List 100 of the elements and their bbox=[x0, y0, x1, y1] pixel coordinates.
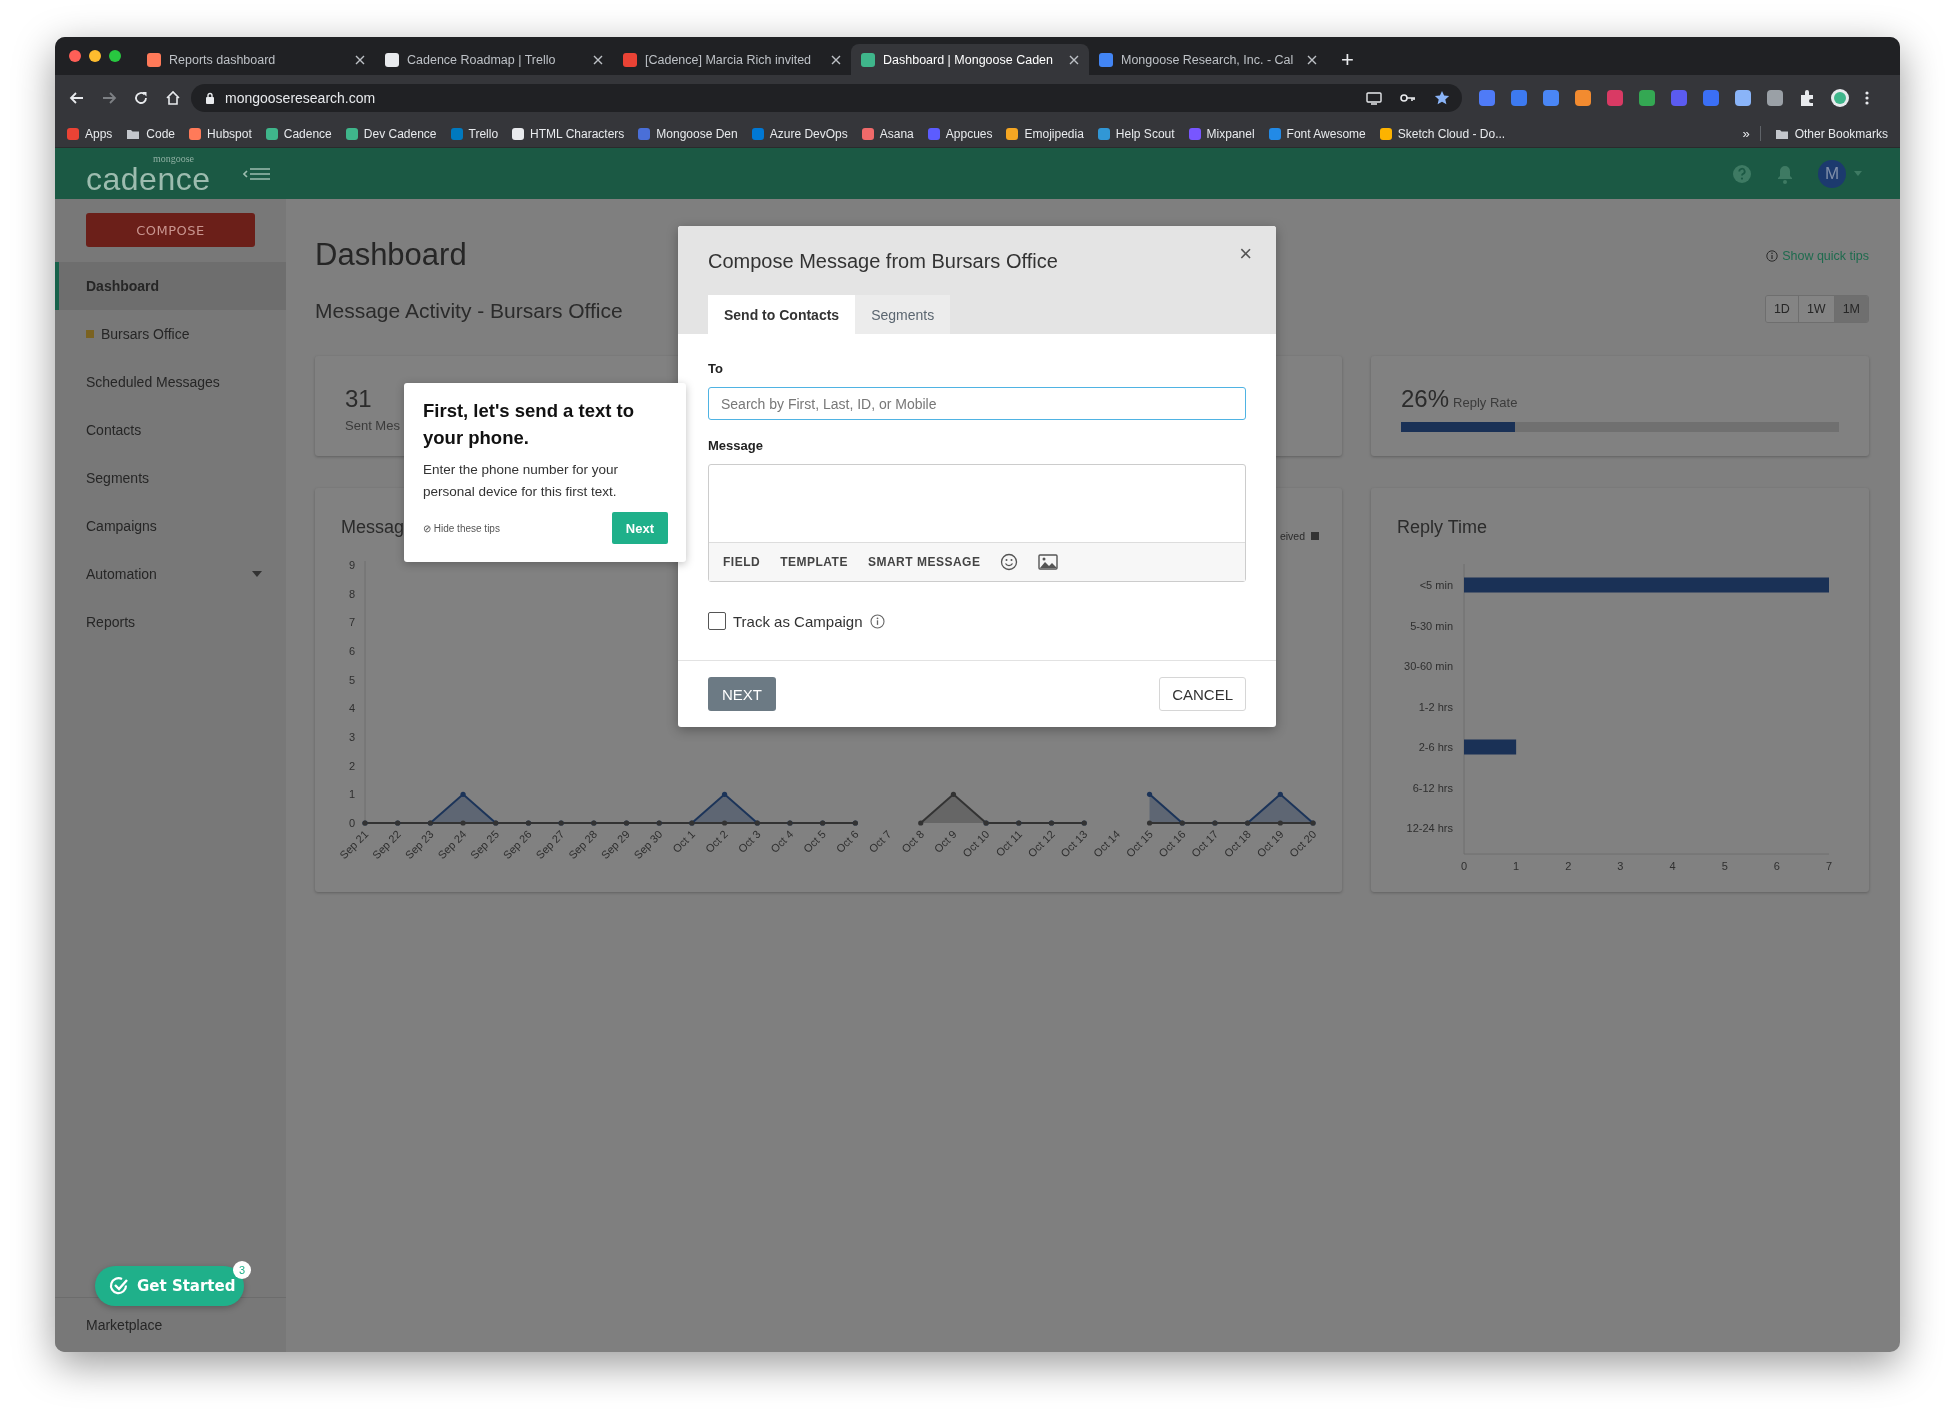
axis-tick-label: 5-30 min bbox=[1410, 619, 1453, 632]
bookmark[interactable]: Apps bbox=[67, 126, 113, 141]
close-button[interactable]: × bbox=[1239, 241, 1252, 267]
menu-icon[interactable] bbox=[1864, 89, 1870, 106]
extension-icon[interactable] bbox=[1542, 88, 1560, 107]
axis-tick-label: Sep 26 bbox=[500, 827, 534, 862]
bookmark[interactable]: Mixpanel bbox=[1188, 126, 1255, 141]
extension-icon[interactable] bbox=[1638, 88, 1656, 107]
bookmark[interactable]: Font Awesome bbox=[1268, 126, 1366, 141]
toolbar-button[interactable]: SMART MESSAGE bbox=[867, 555, 981, 569]
message-field[interactable]: FIELD TEMPLATE SMART MESSAGE bbox=[708, 464, 1246, 582]
nav-item[interactable]: Bursars Office bbox=[55, 310, 286, 358]
bookmark[interactable]: Hubspot bbox=[189, 126, 252, 141]
checkbox[interactable] bbox=[708, 612, 726, 630]
toolbar-button[interactable]: FIELD bbox=[723, 555, 761, 569]
close-icon[interactable] bbox=[1069, 54, 1079, 65]
bookmark[interactable]: Mongoose Den bbox=[638, 126, 738, 141]
site-icon bbox=[751, 127, 764, 140]
compose-button[interactable]: COMPOSE bbox=[86, 213, 255, 247]
bookmark[interactable]: Cadence bbox=[265, 126, 332, 141]
image-icon[interactable] bbox=[1038, 554, 1059, 570]
nav-item[interactable]: Scheduled Messages bbox=[55, 358, 286, 406]
close-icon[interactable] bbox=[355, 54, 365, 65]
tab[interactable]: Segments bbox=[855, 295, 951, 334]
next-button[interactable]: NEXT bbox=[708, 677, 776, 711]
axis-tick-label: Oct 12 bbox=[1025, 827, 1057, 860]
extension-icon[interactable] bbox=[1510, 88, 1528, 107]
site-icon bbox=[345, 127, 358, 140]
close-icon[interactable] bbox=[593, 54, 603, 65]
axis-tick-label: 0 bbox=[348, 817, 355, 829]
extension-icon[interactable] bbox=[1670, 88, 1688, 107]
cancel-button[interactable]: CANCEL bbox=[1159, 677, 1246, 711]
bookmark[interactable]: Code bbox=[126, 126, 176, 141]
browser-tab[interactable]: Reports dashboard bbox=[137, 44, 375, 75]
profile-icon[interactable] bbox=[1830, 87, 1850, 108]
window-control-icon[interactable] bbox=[69, 50, 81, 62]
extension-icon[interactable] bbox=[1766, 88, 1784, 107]
key-icon[interactable] bbox=[1400, 92, 1416, 103]
bookmark[interactable]: Help Scout bbox=[1097, 126, 1175, 141]
extension-icon[interactable] bbox=[1574, 88, 1592, 107]
nav-item[interactable]: Marketplace bbox=[86, 1317, 163, 1333]
axis-tick-label: 1-2 hrs bbox=[1418, 700, 1453, 713]
bookmark[interactable]: Trello bbox=[450, 126, 499, 141]
puzzle-icon[interactable] bbox=[1798, 88, 1816, 107]
axis-tick-label: 5 bbox=[348, 673, 355, 686]
window-control-icon[interactable] bbox=[89, 50, 101, 62]
address-field[interactable]: mongooseresearch.com bbox=[191, 83, 1462, 112]
bookmark[interactable]: Other Bookmarks bbox=[1774, 126, 1888, 141]
axis-tick-label: 3 bbox=[348, 731, 355, 743]
axis-tick-label: 0 bbox=[1460, 860, 1468, 872]
toolbar-button[interactable]: TEMPLATE bbox=[780, 555, 848, 569]
star-icon[interactable] bbox=[1434, 89, 1450, 106]
axis-tick-label: Sep 22 bbox=[369, 827, 404, 862]
bookmark[interactable]: HTML Characters bbox=[512, 126, 625, 141]
extension-icon[interactable] bbox=[1478, 88, 1496, 107]
bookmark[interactable]: Asana bbox=[861, 126, 914, 141]
nav-item[interactable]: Reports bbox=[55, 598, 286, 646]
site-icon bbox=[189, 127, 202, 140]
close-icon[interactable] bbox=[831, 54, 841, 65]
info-icon bbox=[1766, 250, 1779, 262]
search-field[interactable]: Search by First, Last, ID, or Mobile bbox=[708, 387, 1246, 420]
axis-tick-label: Oct 10 bbox=[960, 827, 992, 860]
bookmark[interactable]: Emojipedia bbox=[1006, 126, 1084, 141]
cast-icon[interactable] bbox=[1366, 90, 1382, 105]
close-icon[interactable] bbox=[1307, 54, 1317, 65]
field-label: To bbox=[708, 361, 724, 376]
reload-icon[interactable] bbox=[133, 89, 149, 106]
emoji-icon[interactable] bbox=[1000, 553, 1019, 571]
new-tab-button[interactable]: + bbox=[1333, 44, 1362, 75]
nav-item[interactable]: Segments bbox=[55, 454, 286, 502]
stat-value: 26% bbox=[1401, 384, 1450, 414]
bookmark[interactable]: Azure DevOps bbox=[751, 126, 848, 141]
browser-tab[interactable]: Dashboard | Mongoose Caden bbox=[851, 44, 1089, 75]
nav-item[interactable]: Automation bbox=[55, 550, 286, 598]
back-icon[interactable] bbox=[69, 89, 85, 106]
axis-tick-label: 7 bbox=[348, 616, 355, 629]
extension-icon[interactable] bbox=[1606, 88, 1624, 107]
extension-icon[interactable] bbox=[1702, 88, 1720, 107]
hide-tips-link[interactable]: ⊘ Hide these tips bbox=[423, 522, 500, 534]
range-button[interactable]: 1D bbox=[1765, 296, 1798, 322]
nav-item[interactable]: Campaigns bbox=[55, 502, 286, 550]
site-icon bbox=[1097, 127, 1110, 140]
bookmark[interactable]: Sketch Cloud - Do... bbox=[1379, 126, 1506, 141]
caret-icon[interactable] bbox=[252, 571, 262, 577]
axis-tick-label: 6 bbox=[1773, 860, 1780, 872]
home-icon[interactable] bbox=[165, 89, 181, 106]
tab[interactable]: Send to Contacts bbox=[708, 295, 856, 334]
browser-tab[interactable]: Cadence Roadmap | Trello bbox=[375, 44, 613, 75]
window-control-icon[interactable] bbox=[109, 50, 121, 62]
browser-tab[interactable]: [Cadence] Marcia Rich invited bbox=[613, 44, 851, 75]
range-button[interactable]: 1W bbox=[1797, 296, 1834, 322]
site-icon bbox=[450, 127, 463, 140]
forward-icon[interactable] bbox=[101, 89, 117, 106]
browser-tab[interactable]: Mongoose Research, Inc. - Cal bbox=[1089, 44, 1327, 75]
axis-tick-label: <5 min bbox=[1419, 579, 1453, 591]
bookmark[interactable]: Appcues bbox=[927, 126, 993, 141]
extension-icon[interactable] bbox=[1734, 88, 1752, 107]
bookmark[interactable]: Dev Cadence bbox=[345, 126, 437, 141]
overflow-button[interactable]: » bbox=[1742, 126, 1761, 141]
nav-item[interactable]: Contacts bbox=[55, 406, 286, 454]
